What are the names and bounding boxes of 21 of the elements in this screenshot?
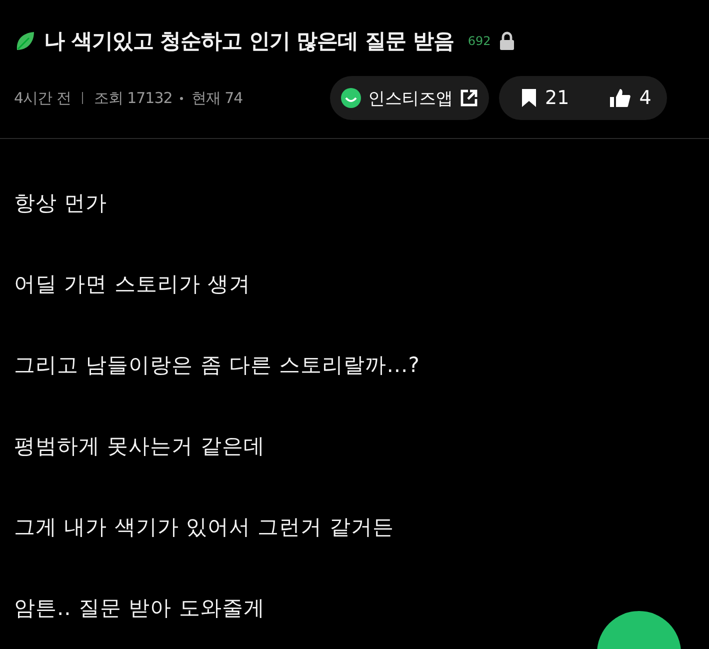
body-text: 어딜 가면 스토리가 생겨: [14, 272, 252, 297]
smile-icon: [340, 87, 362, 109]
dot-separator: [180, 96, 184, 100]
bookmark-button[interactable]: 21: [521, 87, 570, 109]
external-link-icon: [459, 88, 479, 108]
thumbs-up-icon: [609, 88, 632, 108]
separator-bar: [82, 92, 83, 104]
body-text: 그게 내가 색기가 있어서 그런거 같거든: [14, 515, 395, 540]
view-count: 조회 17132: [94, 88, 172, 108]
body-text: 평범하게 못사는거 같은데: [14, 434, 266, 459]
app-link-button[interactable]: 인스티즈앱: [330, 76, 489, 120]
comment-count: 692: [468, 34, 491, 48]
body-text: 항상 먼가: [14, 191, 108, 216]
like-button[interactable]: 4: [609, 87, 652, 109]
bookmark-icon: [521, 88, 537, 108]
body-text: 암튼.. 질문 받아 도와줄게: [14, 596, 266, 621]
current-viewers: 현재 74: [191, 88, 243, 108]
leaf-icon: [14, 30, 36, 52]
post-time: 4시간 전: [14, 88, 71, 108]
body-text: 그리고 남들이랑은 좀 다른 스토리랄까...?: [14, 353, 421, 378]
post-title: 나 색기있고 청순하고 인기 많은데 질문 받음: [44, 28, 454, 55]
